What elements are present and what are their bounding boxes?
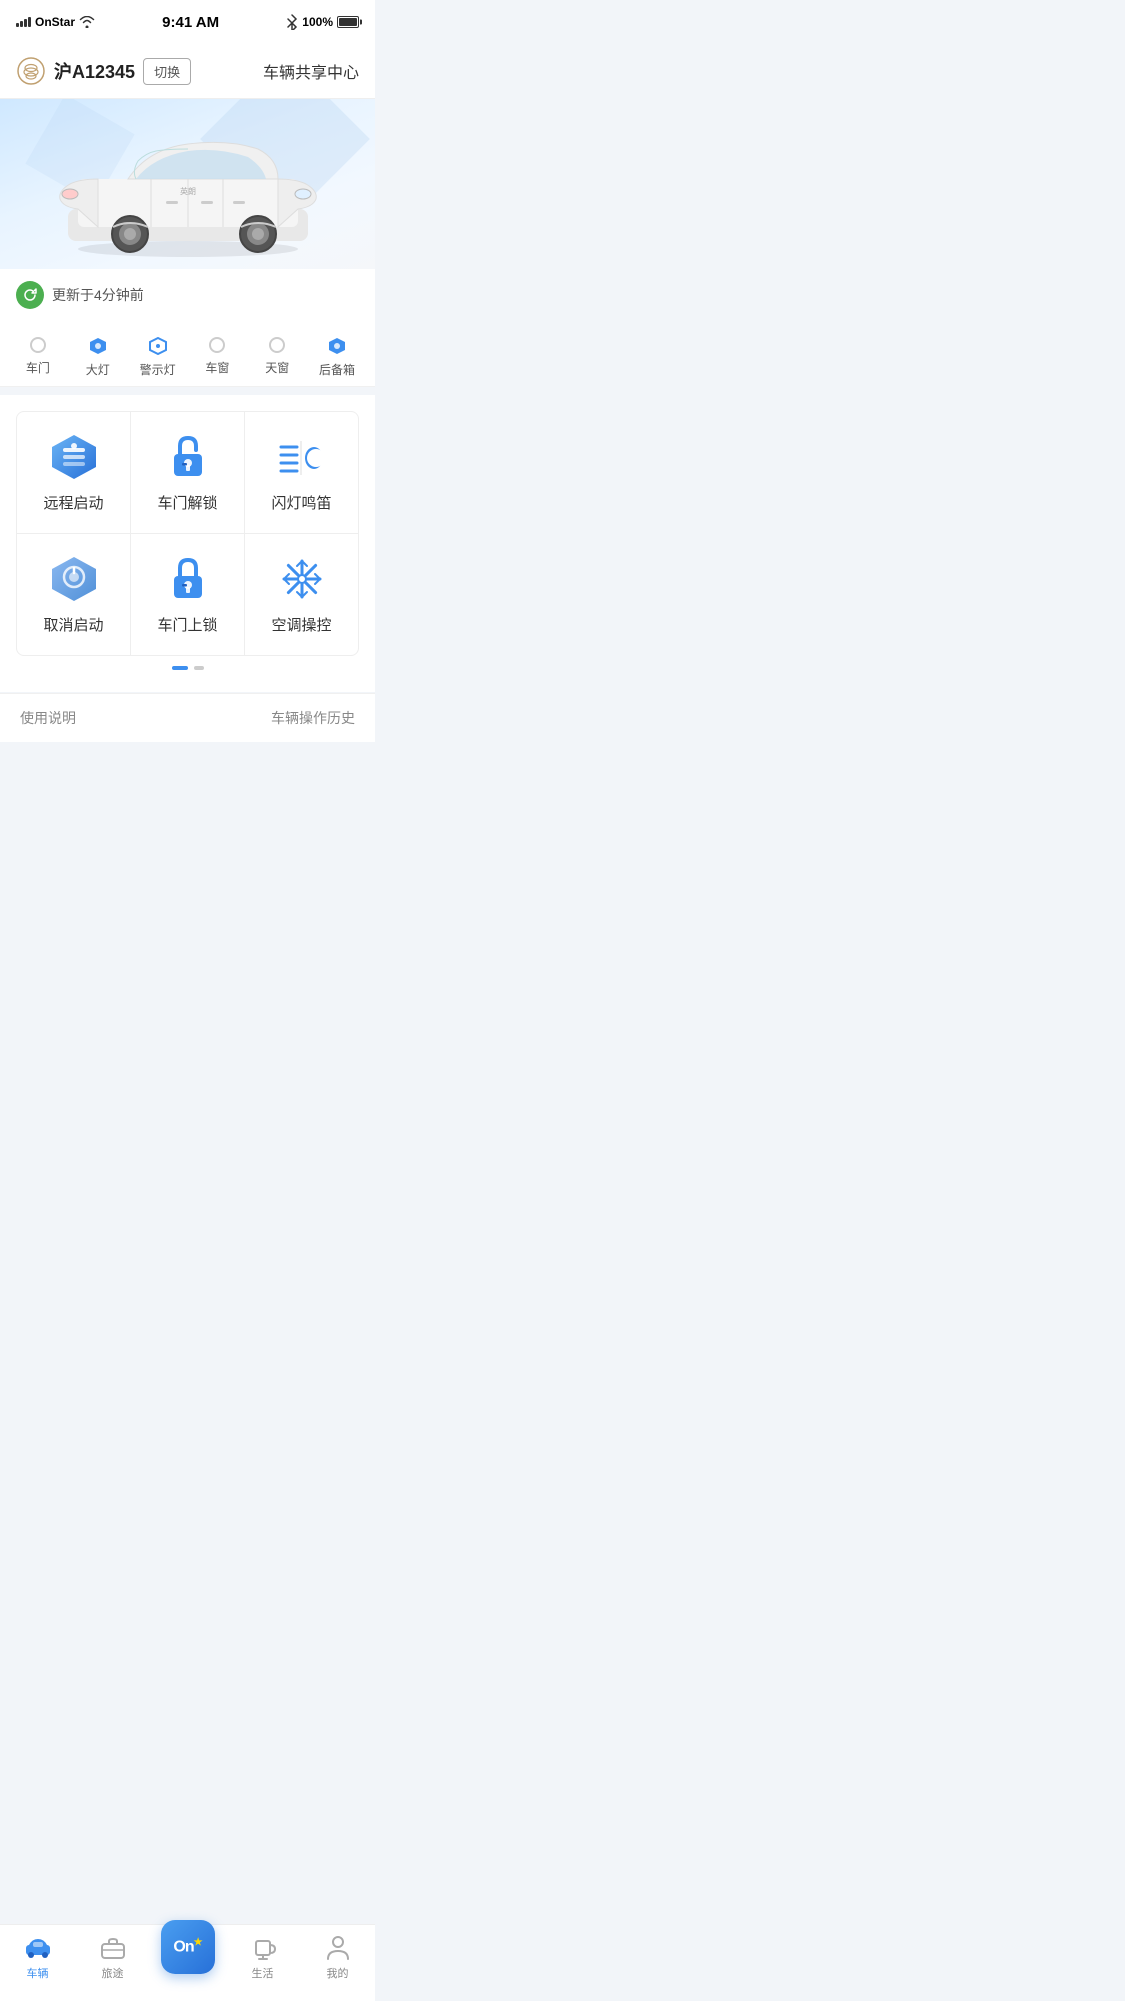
car-tab-svg	[24, 1935, 52, 1959]
indicator-label-headlights: 大灯	[86, 361, 110, 378]
indicator-trunk[interactable]: 后备箱	[307, 337, 367, 378]
hex-trunk-icon	[328, 337, 346, 355]
indicator-dot-sunroof	[269, 337, 285, 353]
action-label-remote-start: 远程启动	[43, 492, 103, 513]
indicator-window[interactable]: 车窗	[187, 337, 247, 378]
ac-control-svg	[279, 556, 325, 602]
share-center-link[interactable]: 车辆共享中心	[263, 59, 359, 83]
indicator-label-warning: 警示灯	[140, 361, 176, 378]
cancel-start-svg	[49, 554, 99, 604]
page-dot-active	[172, 666, 188, 670]
flash-horn-icon	[277, 432, 327, 482]
life-tab-svg	[250, 1933, 276, 1961]
door-lock-svg	[166, 554, 210, 604]
action-ac-control[interactable]: 空调操控	[245, 534, 358, 655]
update-status: 更新于4分钟前	[0, 269, 375, 321]
door-lock-icon	[163, 554, 213, 604]
door-unlock-icon	[163, 432, 213, 482]
action-label-ac-control: 空调操控	[271, 614, 331, 635]
svg-text:英朗: 英朗	[180, 186, 196, 196]
action-label-door-unlock: 车门解锁	[157, 492, 217, 513]
tab-bar: 车辆 旅途 On★	[0, 1924, 375, 2001]
header-left: 沪A12345 切换	[16, 56, 191, 86]
indicator-label-sunroof: 天窗	[265, 359, 289, 376]
action-door-unlock[interactable]: 车门解锁	[131, 412, 244, 533]
action-remote-start[interactable]: 远程启动	[17, 412, 130, 533]
indicator-dot-door	[30, 337, 46, 353]
action-label-door-lock: 车门上锁	[157, 614, 217, 635]
action-cancel-start[interactable]: 取消启动	[17, 534, 130, 655]
car-hero: 英朗	[0, 99, 375, 269]
history-link[interactable]: 车辆操作历史	[271, 708, 355, 728]
remote-start-svg	[49, 432, 99, 482]
tab-trip[interactable]: 旅途	[75, 1933, 150, 1981]
indicator-label-door: 车门	[26, 359, 50, 376]
signal-icon	[16, 17, 31, 27]
status-left: OnStar	[16, 15, 95, 29]
wifi-icon	[79, 16, 95, 28]
remote-start-icon	[49, 432, 99, 482]
onstar-logo-text: On★	[173, 1937, 201, 1956]
refresh-icon[interactable]	[16, 281, 44, 309]
life-tab-icon	[249, 1933, 277, 1961]
tab-label-vehicle: 车辆	[27, 1965, 49, 1981]
tab-onstar[interactable]: On★	[150, 1940, 225, 1974]
action-label-cancel-start: 取消启动	[43, 614, 103, 635]
battery-label: 100%	[302, 15, 333, 29]
battery-icon	[337, 16, 359, 28]
page-dots	[16, 656, 359, 676]
indicator-dot-window	[209, 337, 225, 353]
update-text: 更新于4分钟前	[52, 285, 144, 305]
cancel-start-icon	[49, 554, 99, 604]
header: 沪A12345 切换 车辆共享中心	[0, 44, 375, 99]
trip-tab-icon	[99, 1933, 127, 1961]
plate-number: 沪A12345	[54, 58, 135, 84]
action-grid-wrapper: 远程启动 车门解锁	[0, 395, 375, 692]
profile-tab-svg	[325, 1933, 351, 1961]
status-time: 9:41 AM	[162, 14, 219, 31]
status-indicators: 车门 大灯 警示灯 车窗 天窗	[0, 321, 375, 387]
tab-vehicle[interactable]: 车辆	[0, 1933, 75, 1981]
indicator-warning[interactable]: 警示灯	[128, 337, 188, 378]
indicator-headlights[interactable]: 大灯	[68, 337, 128, 378]
tab-label-trip: 旅途	[102, 1965, 124, 1981]
action-label-flash-horn: 闪灯鸣笛	[271, 492, 331, 513]
ac-control-icon	[277, 554, 327, 604]
bluetooth-icon	[286, 14, 298, 30]
instructions-link[interactable]: 使用说明	[20, 708, 76, 728]
footer-links: 使用说明 车辆操作历史	[0, 693, 375, 742]
profile-tab-icon	[324, 1933, 352, 1961]
flash-horn-svg	[277, 435, 327, 479]
refresh-svg	[22, 287, 38, 303]
carrier-label: OnStar	[35, 15, 75, 29]
tab-profile[interactable]: 我的	[300, 1933, 375, 1981]
action-flash-horn[interactable]: 闪灯鸣笛	[245, 412, 358, 533]
hex-headlights-icon	[89, 337, 107, 355]
buick-logo	[16, 56, 46, 86]
status-right: 100%	[286, 14, 359, 30]
tab-label-life: 生活	[252, 1965, 274, 1981]
page-dot-inactive	[194, 666, 204, 670]
car-tab-icon	[24, 1933, 52, 1961]
car-svg: 英朗	[48, 119, 328, 259]
tab-life[interactable]: 生活	[225, 1933, 300, 1981]
trip-tab-svg	[100, 1935, 126, 1959]
indicator-label-window: 车窗	[205, 359, 229, 376]
status-bar: OnStar 9:41 AM 100%	[0, 0, 375, 44]
hex-warning-icon	[149, 337, 167, 355]
switch-button[interactable]: 切换	[143, 58, 191, 85]
action-grid: 远程启动 车门解锁	[16, 411, 359, 656]
onstar-center-button[interactable]: On★	[161, 1920, 215, 1974]
indicator-sunroof[interactable]: 天窗	[247, 337, 307, 378]
car-image: 英朗	[48, 119, 328, 259]
indicator-door[interactable]: 车门	[8, 337, 68, 378]
indicator-label-trunk: 后备箱	[319, 361, 355, 378]
action-door-lock[interactable]: 车门上锁	[131, 534, 244, 655]
door-unlock-svg	[166, 432, 210, 482]
tab-label-profile: 我的	[327, 1965, 349, 1981]
